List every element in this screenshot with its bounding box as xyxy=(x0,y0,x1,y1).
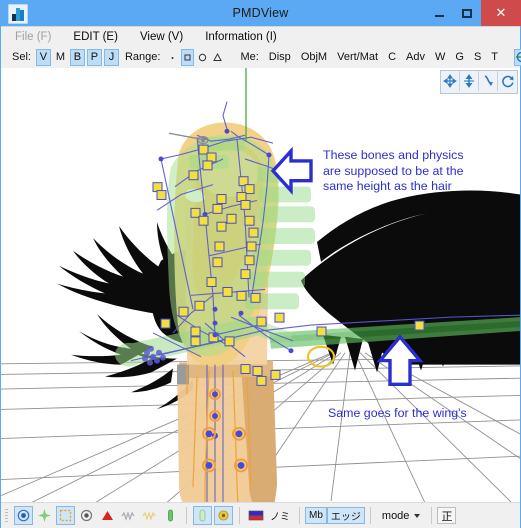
me-button-objm[interactable]: ObjM xyxy=(301,51,327,63)
move-tool-icon[interactable] xyxy=(441,71,460,91)
menu-item-file[interactable]: File (F) xyxy=(15,31,51,43)
range-square-icon[interactable] xyxy=(181,48,195,66)
menu-item-edit[interactable]: EDIT (E) xyxy=(73,31,118,43)
statusbar-grip[interactable] xyxy=(5,508,8,523)
menu-item-information[interactable]: Information (I) xyxy=(205,31,277,43)
green-capsule-icon[interactable] xyxy=(161,506,180,525)
me-button-w[interactable]: W xyxy=(435,51,445,63)
orange-bone-icon[interactable] xyxy=(56,506,75,525)
statusbar-divider-1 xyxy=(186,507,187,524)
window-controls: ✕ xyxy=(425,0,521,26)
main-toolbar: Sel: V M B P J Range: Me: Disp ObjM Vert… xyxy=(1,46,521,68)
chevron-down-icon xyxy=(414,513,421,518)
me-button-g[interactable]: G xyxy=(455,51,464,63)
statusbar-divider-3 xyxy=(299,507,300,524)
titlebar: PMDView ✕ xyxy=(0,0,521,26)
edge-button[interactable]: エッジ xyxy=(326,507,365,524)
sel-button-m[interactable]: M xyxy=(53,49,68,66)
joint-circle-icon[interactable] xyxy=(77,506,96,525)
spring-grey-icon[interactable] xyxy=(119,506,138,525)
chrome-strip: File (F) EDIT (E) View (V) Information (… xyxy=(1,26,521,68)
color-gradient-icon[interactable] xyxy=(246,506,265,525)
menu-item-view[interactable]: View (V) xyxy=(140,31,183,43)
me-label: Me: xyxy=(240,51,259,63)
sel-button-b[interactable]: B xyxy=(69,48,85,66)
me-button-adv[interactable]: Adv xyxy=(406,51,425,63)
maximize-button[interactable] xyxy=(453,0,481,26)
menubar: File (F) EDIT (E) View (V) Information (… xyxy=(1,27,520,46)
pmd-app-icon xyxy=(8,4,28,24)
sel-button-j[interactable]: J xyxy=(103,48,119,66)
statusbar-divider-5 xyxy=(431,507,433,524)
statusbar-divider-4 xyxy=(369,507,371,524)
wing-physics-note: Same goes for the wing's xyxy=(328,406,467,420)
range-dot-icon[interactable] xyxy=(166,49,179,66)
statusbar-divider-2 xyxy=(239,507,240,524)
vertex-point-icon[interactable] xyxy=(14,506,33,525)
viewport-render xyxy=(1,68,520,502)
sel-button-v[interactable]: V xyxy=(35,48,51,66)
bone-rotate-tool-icon[interactable] xyxy=(479,71,498,91)
model-viewport[interactable]: These bones and physics are supposed to … xyxy=(1,68,520,502)
mode-label: mode xyxy=(381,509,410,522)
spring-yellow-icon[interactable] xyxy=(140,506,159,525)
mb-button[interactable]: Mb xyxy=(305,507,327,524)
green-burst-icon[interactable] xyxy=(35,506,54,525)
range-circle-icon[interactable] xyxy=(196,49,209,66)
statusbar: ノミ Mb エッジ mode 正 xyxy=(1,502,520,528)
me-button-s[interactable]: S xyxy=(474,51,481,63)
close-button[interactable]: ✕ xyxy=(481,0,521,26)
viewport-tool-palette xyxy=(440,70,518,94)
mode-dropdown[interactable]: mode xyxy=(376,510,427,522)
range-label: Range: xyxy=(124,51,161,63)
hair-physics-note: These bones and physics are supposed to … xyxy=(323,148,464,193)
minimize-button[interactable] xyxy=(425,0,453,26)
gear-yellow-icon[interactable] xyxy=(214,506,233,525)
range-triangle-icon[interactable] xyxy=(211,49,224,66)
me-button-vertmat[interactable]: Vert/Mat xyxy=(337,51,378,63)
translate-tool-icon[interactable] xyxy=(460,71,479,91)
me-button-t[interactable]: T xyxy=(491,51,498,63)
light-capsule-icon[interactable] xyxy=(193,506,212,525)
me-button-c[interactable]: C xyxy=(388,51,396,63)
pmdview-window: PMDView ✕ File (F) EDIT (E) View (V) Inf… xyxy=(0,0,521,528)
axis-target-icon[interactable] xyxy=(514,48,521,66)
orientation-button[interactable]: 正 xyxy=(437,507,457,524)
red-triangle-icon[interactable] xyxy=(98,506,117,525)
me-button-disp[interactable]: Disp xyxy=(269,51,291,63)
rotate-tool-icon[interactable] xyxy=(498,71,517,91)
sel-label: Sel: xyxy=(12,51,31,63)
nomi-button[interactable]: ノミ xyxy=(266,507,294,524)
sel-button-p[interactable]: P xyxy=(86,48,102,66)
